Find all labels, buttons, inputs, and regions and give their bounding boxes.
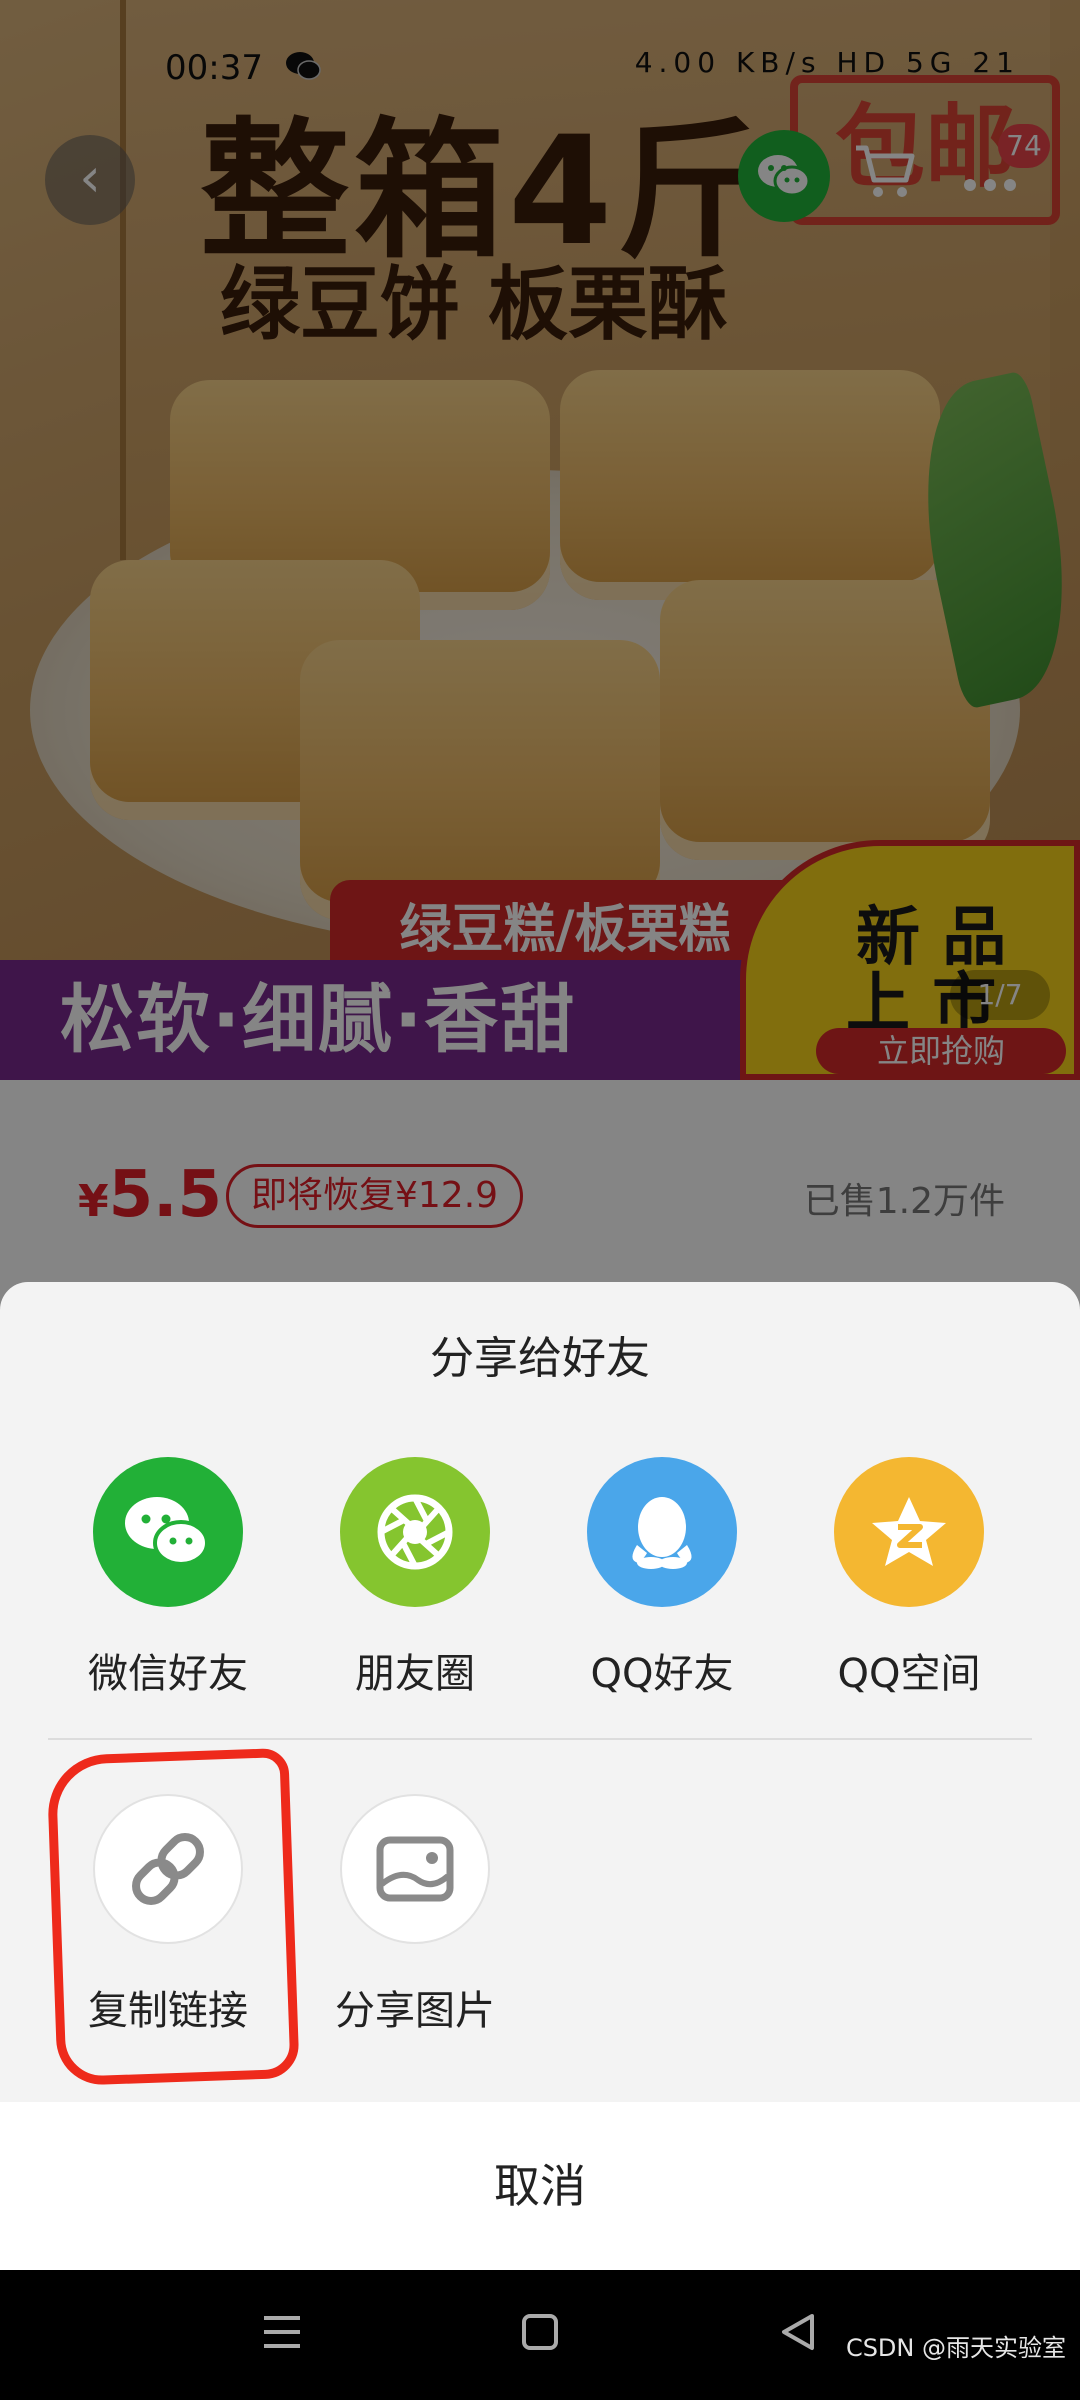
share-wechat-friend[interactable]: 微信好友 [68,1457,268,1699]
watermark: CSDN @雨天实验室 [845,2334,1066,2362]
moments-icon [340,1457,490,1607]
qq-icon [587,1457,737,1607]
share-label: QQ空间 [837,1651,981,1697]
share-label: QQ好友 [590,1651,734,1697]
share-qq-friend[interactable]: QQ好友 [562,1457,762,1699]
share-label: 微信好友 [88,1651,248,1697]
menu-icon[interactable] [247,2300,317,2370]
home-icon[interactable] [505,2300,575,2370]
share-moments[interactable]: 朋友圈 [315,1457,515,1699]
image-icon [340,1794,490,1944]
share-label: 分享图片 [335,1988,495,2034]
cancel-button[interactable]: 取消 [0,2102,1080,2270]
share-divider [48,1738,1032,1740]
back-triangle-icon[interactable] [763,2300,833,2370]
share-label: 朋友圈 [355,1651,475,1697]
cancel-area: 取消 [0,2102,1080,2270]
qzone-icon [834,1457,984,1607]
share-sheet-title: 分享给好友 [430,1333,650,1384]
share-qzone[interactable]: QQ空间 [809,1457,1009,1699]
highlight-annotation [46,1747,300,2087]
share-image-button[interactable]: 分享图片 [315,1794,515,2036]
wechat-icon [93,1457,243,1607]
